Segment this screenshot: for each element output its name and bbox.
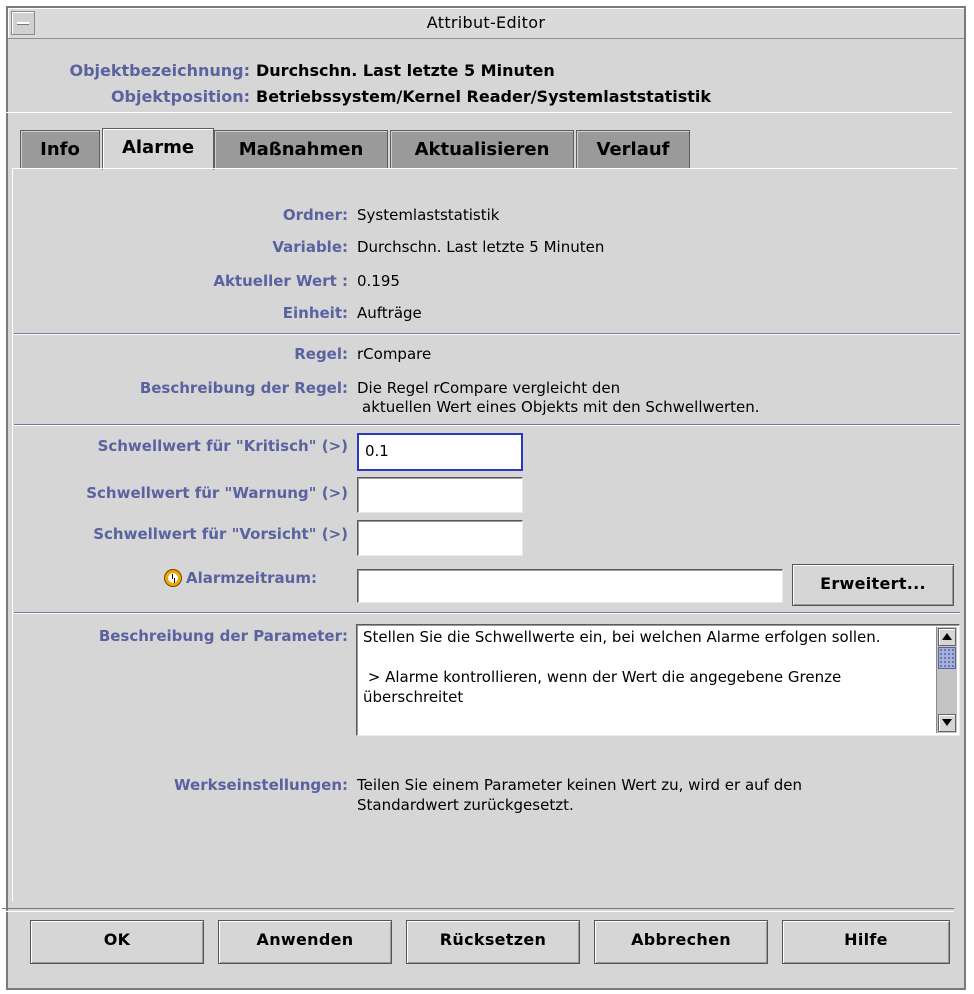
folder-label: Ordner:	[282, 206, 348, 224]
alarm-period-label: Alarmzeitraum:	[186, 569, 317, 587]
object-position-value: Betriebssystem/Kernel Reader/Systemlasts…	[256, 87, 712, 106]
caution-threshold-input[interactable]	[357, 520, 523, 556]
arrow-down-icon[interactable]	[938, 714, 956, 732]
folder-value: Systemlaststatistik	[357, 206, 500, 224]
reset-button[interactable]: Rücksetzen	[406, 920, 580, 964]
rule-description-label: Beschreibung der Regel:	[139, 379, 348, 397]
separator	[14, 612, 960, 614]
tab-alarme[interactable]: Alarme	[102, 128, 214, 170]
tab-aktualisieren[interactable]: Aktualisieren	[390, 130, 574, 168]
rule-description-line2: aktuellen Wert eines Objekts mit den Sch…	[362, 398, 760, 416]
tab-info[interactable]: Info	[20, 130, 100, 168]
rule-label: Regel:	[294, 345, 348, 363]
arrow-up-icon[interactable]	[938, 628, 956, 646]
apply-button[interactable]: Anwenden	[218, 920, 392, 964]
defaults-label: Werkseinstellungen:	[174, 776, 348, 794]
object-position-row: Objektposition:	[0, 87, 250, 109]
unit-label: Einheit:	[282, 304, 348, 322]
separator	[14, 424, 960, 426]
variable-value: Durchschn. Last letzte 5 Minuten	[357, 238, 605, 256]
separator	[14, 333, 960, 335]
tab-verlauf[interactable]: Verlauf	[576, 130, 690, 168]
rule-description-line1: Die Regel rCompare vergleicht den	[357, 379, 621, 397]
help-button[interactable]: Hilfe	[782, 920, 950, 964]
unit-value: Aufträge	[357, 304, 422, 322]
warning-threshold-input[interactable]	[357, 477, 523, 513]
ok-button-label: OK	[103, 930, 131, 949]
defaults-line2: Standardwert zurückgesetzt.	[357, 796, 574, 814]
warning-threshold-label: Schwellwert für "Warnung" (>)	[86, 484, 348, 502]
tab-verlauf-label: Verlauf	[596, 139, 670, 160]
variable-label: Variable:	[272, 238, 348, 256]
title-bar[interactable]: Attribut-Editor	[8, 8, 964, 39]
critical-threshold-input[interactable]: 0.1	[357, 433, 523, 471]
tab-massnahmen-label: Maßnahmen	[238, 139, 364, 160]
object-name-row: Objektbezeichnung:	[0, 61, 250, 83]
advanced-button[interactable]: Erweitert...	[792, 564, 954, 606]
vertical-scrollbar[interactable]	[936, 627, 957, 733]
current-value-label: Aktueller Wert :	[213, 272, 348, 290]
tab-alarme-label: Alarme	[121, 137, 195, 158]
parameter-description-text: Stellen Sie die Schwellwerte ein, bei we…	[363, 628, 881, 706]
window-title: Attribut-Editor	[426, 13, 546, 32]
current-value: 0.195	[357, 272, 400, 290]
clock-icon	[164, 569, 182, 587]
advanced-button-label: Erweitert...	[820, 574, 926, 593]
parameter-description-label: Beschreibung der Parameter:	[98, 627, 348, 645]
cancel-button-label: Abbrechen	[631, 930, 731, 949]
object-name-label: Objektbezeichnung:	[69, 61, 250, 80]
parameter-description-box[interactable]: Stellen Sie die Schwellwerte ein, bei we…	[356, 624, 960, 736]
object-name-value: Durchschn. Last letzte 5 Minuten	[256, 61, 555, 80]
critical-threshold-label: Schwellwert für "Kritisch" (>)	[97, 437, 348, 455]
tab-info-label: Info	[40, 139, 80, 160]
help-button-label: Hilfe	[844, 930, 888, 949]
caution-threshold-label: Schwellwert für "Vorsicht" (>)	[93, 525, 348, 543]
cancel-button[interactable]: Abbrechen	[594, 920, 768, 964]
tab-massnahmen[interactable]: Maßnahmen	[214, 130, 388, 168]
rule-value: rCompare	[357, 345, 432, 363]
alarm-period-input[interactable]	[357, 569, 783, 603]
footer-separator	[2, 908, 954, 912]
scrollbar-thumb[interactable]	[938, 647, 956, 669]
defaults-line1: Teilen Sie einem Parameter keinen Wert z…	[357, 776, 802, 794]
apply-button-label: Anwenden	[256, 930, 354, 949]
reset-button-label: Rücksetzen	[439, 930, 547, 949]
tab-aktualisieren-label: Aktualisieren	[414, 139, 550, 160]
ok-button[interactable]: OK	[30, 920, 204, 964]
object-position-label: Objektposition:	[110, 87, 250, 106]
